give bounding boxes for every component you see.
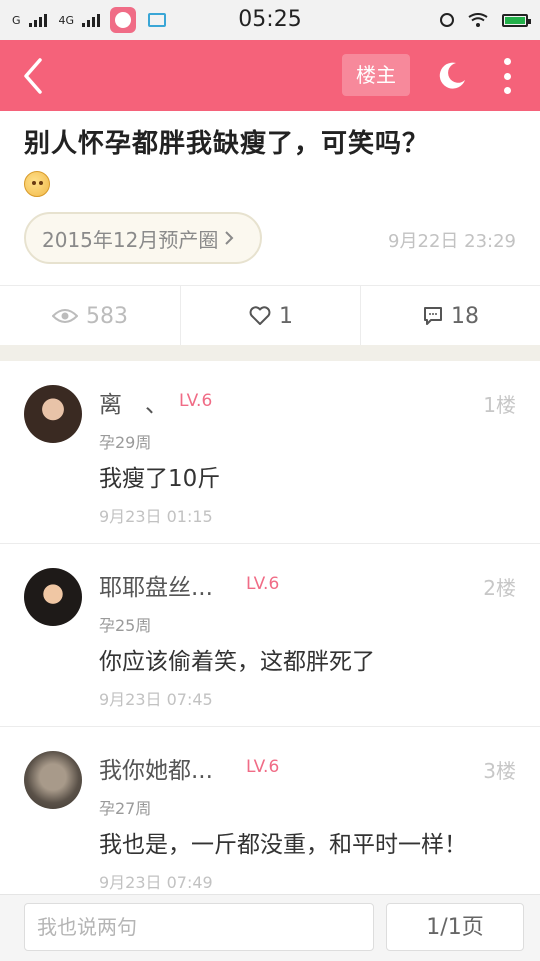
reply-username[interactable]: 我你她都... — [99, 751, 213, 785]
like-button[interactable]: 1 — [180, 286, 361, 346]
avatar[interactable] — [24, 385, 82, 443]
reply-time: 9月23日 07:49 — [99, 873, 213, 892]
reply-level-badge: LV.6 — [246, 574, 280, 594]
reply-pregnancy-week: 孕27周 — [99, 799, 152, 818]
reply-item[interactable]: 耶耶盘丝... LV.6 2楼 孕25周 你应该偷着笑，这都胖死了 9月23日 … — [0, 544, 540, 727]
alarm-icon — [440, 13, 454, 27]
bottom-bar: 1/1页 — [0, 894, 540, 961]
comment-input[interactable] — [24, 903, 374, 951]
reply-floor: 2楼 — [483, 576, 516, 600]
comment-icon — [424, 307, 442, 325]
reply-item[interactable]: 离 、 LV.6 1楼 孕29周 我瘦了10斤 9月23日 01:15 — [0, 361, 540, 544]
section-divider — [0, 345, 540, 361]
post-title: 别人怀孕都胖我缺瘦了，可笑吗？ — [24, 129, 430, 159]
post-stats: 583 1 18 — [0, 285, 540, 346]
post-header: 别人怀孕都胖我缺瘦了，可笑吗？ 2015年12月预产圈 9月22日 23:29 — [0, 111, 540, 285]
circle-chip[interactable]: 2015年12月预产圈 — [24, 212, 262, 264]
reply-level-badge: LV.6 — [179, 391, 213, 411]
status-right — [440, 0, 531, 40]
moon-icon[interactable] — [436, 60, 468, 92]
chevron-right-icon — [225, 231, 234, 245]
reply-time: 9月23日 07:45 — [99, 690, 213, 709]
page-indicator-button[interactable]: 1/1页 — [386, 903, 524, 951]
reply-username[interactable]: 离 、 — [99, 385, 168, 419]
reply-username[interactable]: 耶耶盘丝... — [99, 568, 213, 602]
reply-level-badge: LV.6 — [246, 757, 280, 777]
heart-icon — [249, 306, 271, 325]
comments-count: 18 — [451, 303, 479, 329]
app-bar: 楼主 — [0, 40, 540, 111]
confused-emoji-icon — [24, 171, 50, 197]
circle-name: 2015年12月预产圈 — [42, 227, 219, 252]
status-bar: G 4G 05:25 — [0, 0, 540, 40]
views-count: 583 — [86, 303, 128, 329]
op-only-button[interactable]: 楼主 — [342, 54, 410, 96]
reply-item[interactable]: 我你她都... LV.6 3楼 孕27周 我也是，一斤都没重，和平时一样！ 9月… — [0, 727, 540, 895]
reply-floor: 3楼 — [483, 759, 516, 783]
wifi-icon — [468, 13, 488, 27]
likes-count: 1 — [279, 303, 293, 329]
reply-time: 9月23日 01:15 — [99, 507, 213, 526]
reply-text: 我瘦了10斤 — [99, 466, 221, 492]
comment-button[interactable]: 18 — [360, 286, 540, 346]
reply-text: 你应该偷着笑，这都胖死了 — [99, 649, 375, 675]
more-vertical-icon[interactable] — [494, 58, 520, 94]
reply-floor: 1楼 — [483, 393, 516, 417]
avatar[interactable] — [24, 568, 82, 626]
eye-icon — [52, 309, 78, 323]
reply-pregnancy-week: 孕25周 — [99, 616, 152, 635]
views-stat: 583 — [0, 286, 180, 346]
avatar[interactable] — [24, 751, 82, 809]
battery-icon — [502, 13, 531, 27]
back-arrow-icon[interactable] — [18, 56, 58, 96]
reply-text: 我也是，一斤都没重，和平时一样！ — [99, 832, 467, 858]
post-time: 9月22日 23:29 — [388, 231, 516, 252]
reply-pregnancy-week: 孕29周 — [99, 433, 152, 452]
